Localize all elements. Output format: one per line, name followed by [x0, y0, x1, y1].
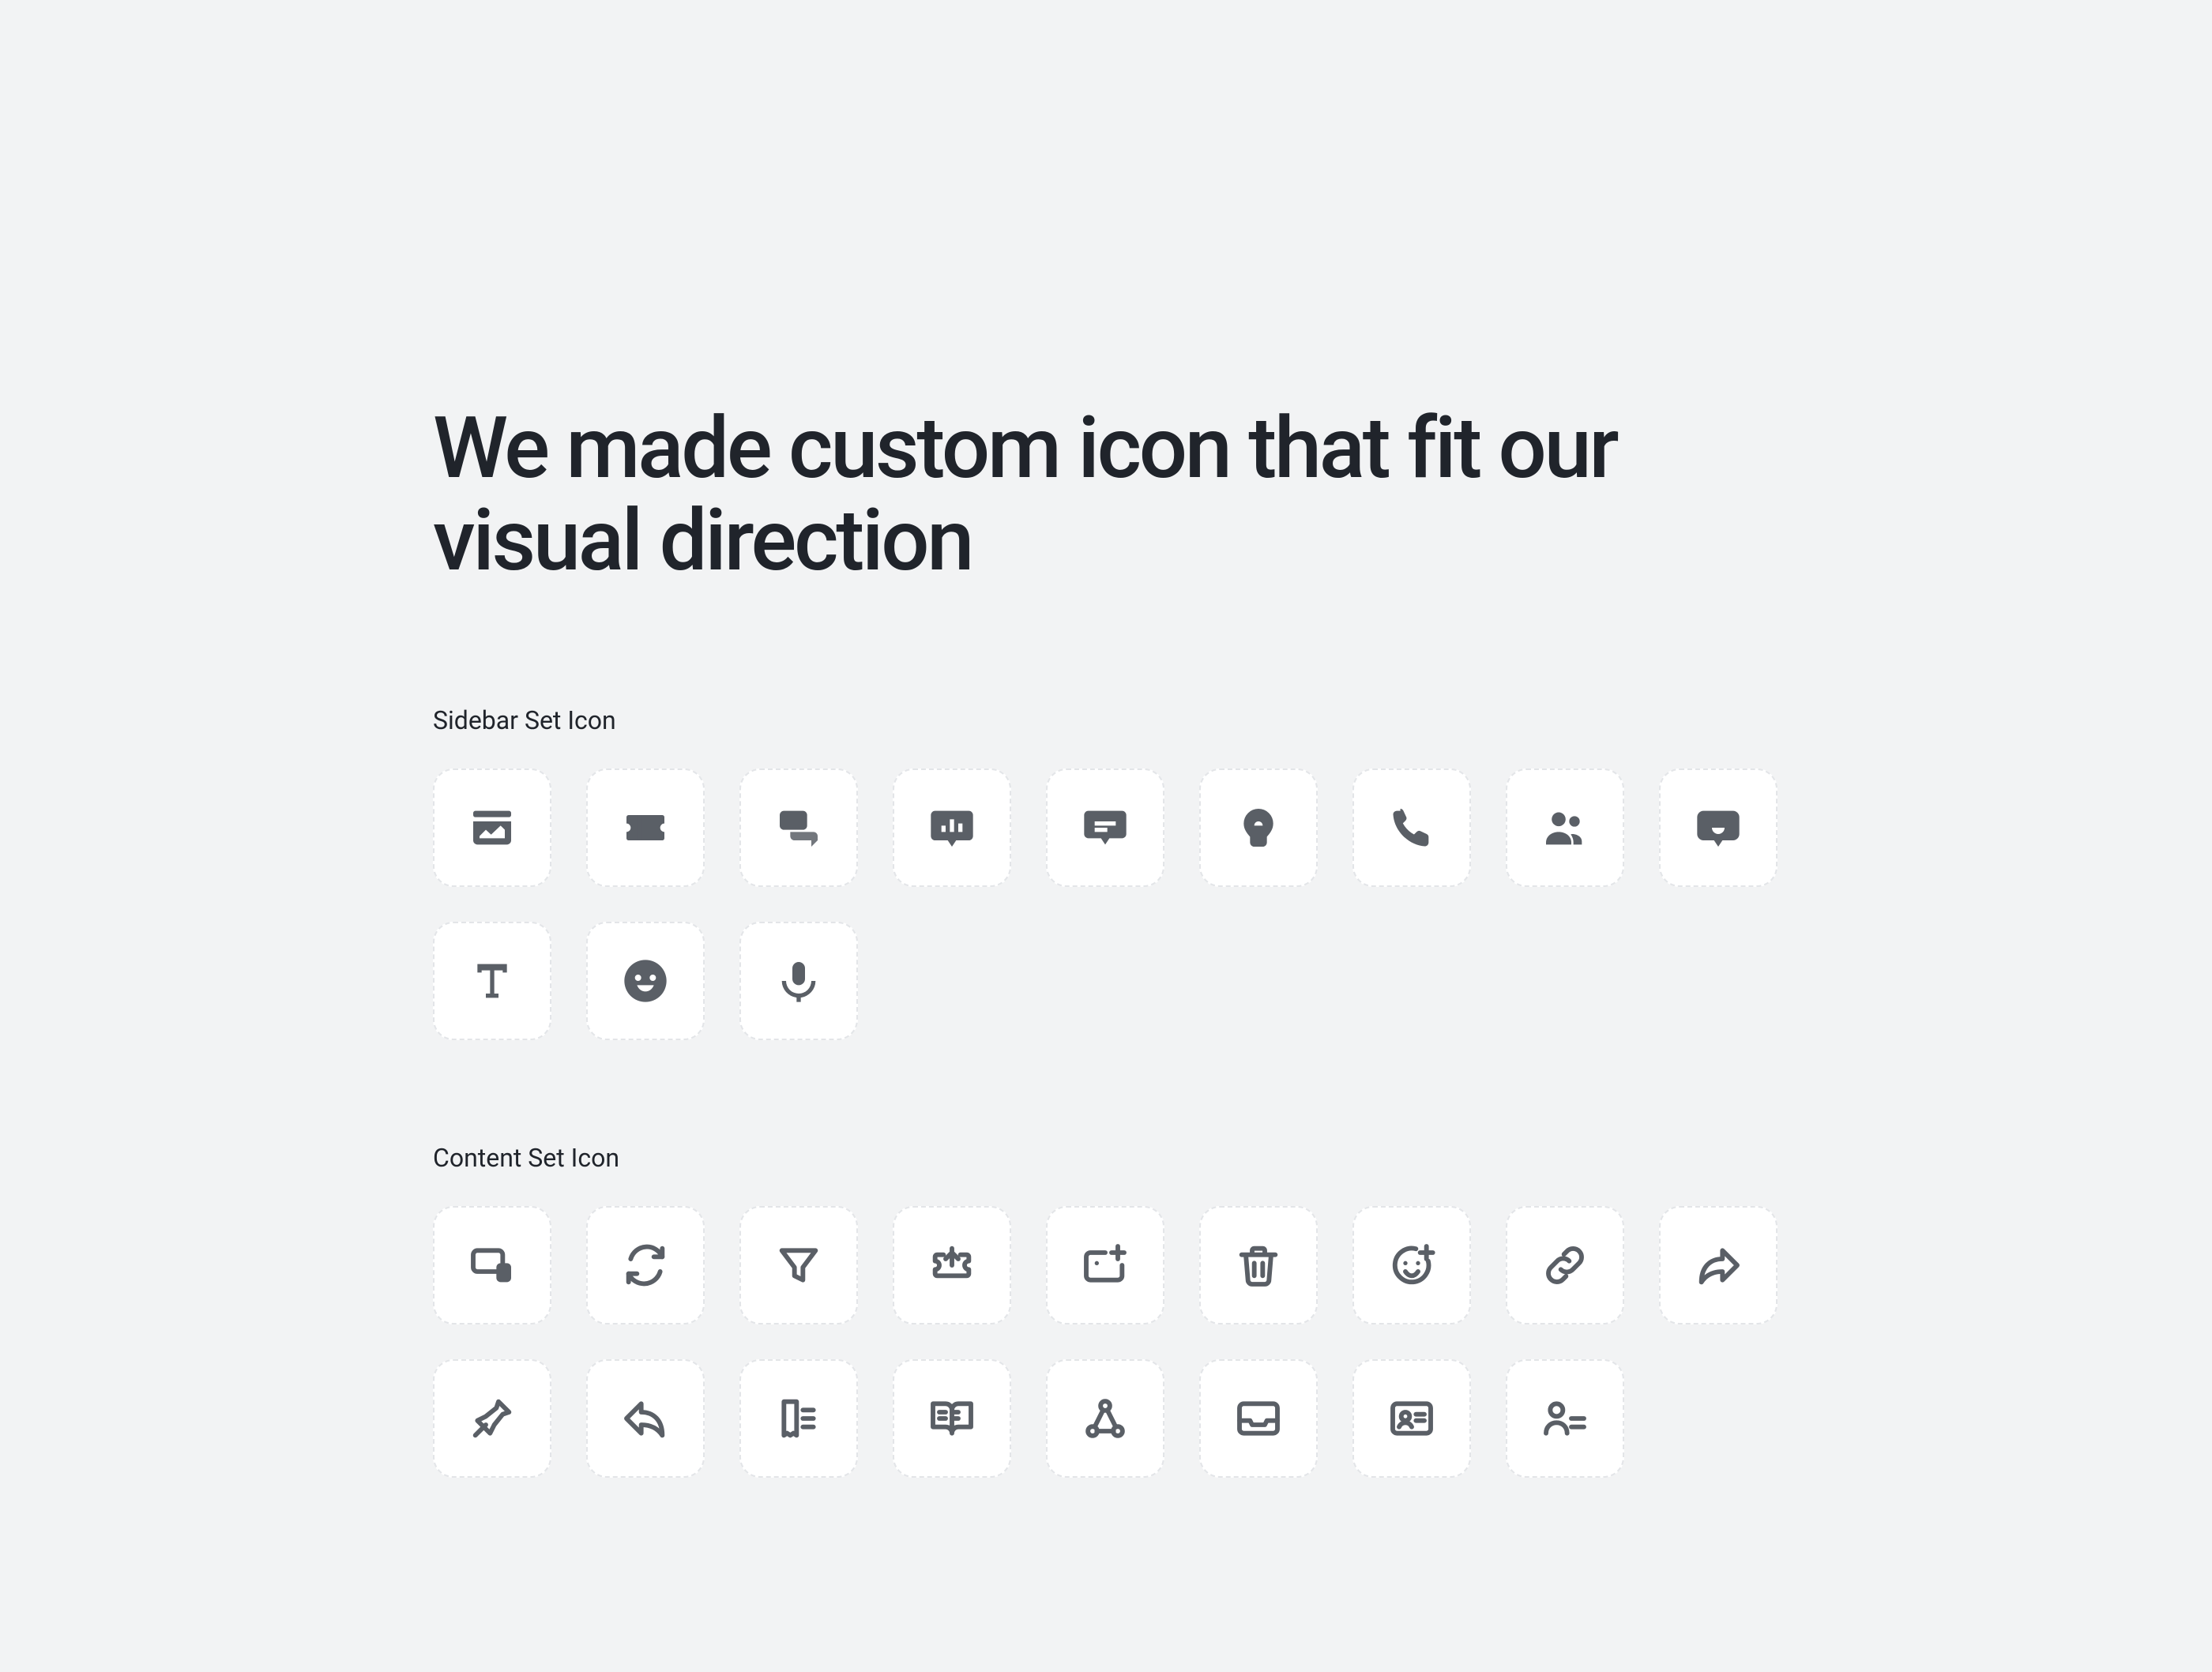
ticket-out-icon [893, 1206, 1011, 1324]
devices-icon [433, 1206, 551, 1324]
share-icon [1659, 1206, 1778, 1324]
link-icon [1506, 1206, 1624, 1324]
smiley-icon [586, 922, 705, 1040]
headline: We made custom icon that fit our visual … [433, 403, 1792, 587]
sidebar-icon-grid [433, 768, 1823, 1040]
card-chart-icon [433, 768, 551, 887]
nodes-icon [1046, 1359, 1164, 1478]
user-list-icon [1506, 1359, 1624, 1478]
smiley-add-icon [1352, 1206, 1471, 1324]
text-icon [433, 922, 551, 1040]
phone-icon [1352, 768, 1471, 887]
trash-icon [1199, 1206, 1318, 1324]
chat-bubble-icon [1659, 768, 1778, 887]
reply-icon [586, 1359, 705, 1478]
mic-icon [739, 922, 858, 1040]
inbox-icon [1199, 1359, 1318, 1478]
ticket-icon [586, 768, 705, 887]
chats-icon [739, 768, 858, 887]
image-add-icon [1046, 1206, 1164, 1324]
filter-icon [739, 1206, 858, 1324]
book-open-icon [893, 1359, 1011, 1478]
content-set-label: Content Set Icon [433, 1143, 1792, 1173]
lightbulb-icon [1199, 768, 1318, 887]
icon-showcase: We made custom icon that fit our visual … [433, 403, 1792, 1580]
id-card-icon [1352, 1359, 1471, 1478]
receipt-list-icon [739, 1359, 858, 1478]
pin-icon [433, 1359, 551, 1478]
chart-bars-icon [893, 768, 1011, 887]
people-icon [1506, 768, 1624, 887]
comment-icon [1046, 768, 1164, 887]
sidebar-set-label: Sidebar Set Icon [433, 705, 1792, 735]
content-icon-grid [433, 1206, 1823, 1478]
refresh-icon [586, 1206, 705, 1324]
